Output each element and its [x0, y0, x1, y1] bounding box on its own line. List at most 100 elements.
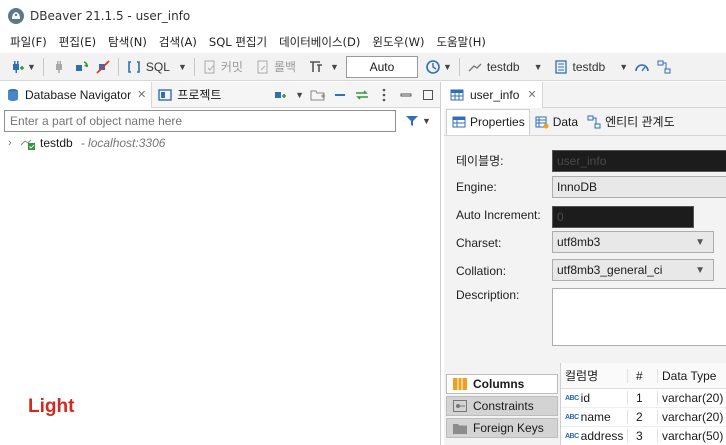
table-name-field[interactable]: user_info: [552, 150, 726, 172]
dashboard-button[interactable]: [631, 56, 653, 78]
menu-help[interactable]: 도움말(H): [430, 34, 491, 50]
tab-projects[interactable]: 프로젝트: [152, 82, 226, 108]
new-folder-icon[interactable]: [310, 87, 326, 103]
tab-constraints-label: Constraints: [473, 399, 534, 413]
table-row[interactable]: ABC address 3 varchar(50): [561, 427, 726, 445]
data-grid-icon: [534, 114, 550, 130]
schema-label: testdb: [572, 59, 606, 74]
active-schema-selector[interactable]: testdb ▼: [550, 56, 632, 78]
table-row[interactable]: ABC name 2 varchar(20): [561, 408, 726, 427]
link-with-editor-icon[interactable]: [354, 87, 370, 103]
project-icon: [157, 87, 173, 103]
minimize-icon[interactable]: [398, 87, 414, 103]
datasource-icon: [467, 59, 483, 75]
tab-user-info[interactable]: user_info ✕: [444, 81, 543, 108]
tree-node-label: testdb: [40, 136, 73, 150]
active-datasource-selector[interactable]: testdb ▼: [464, 56, 546, 78]
cell-data-type: varchar(50): [657, 429, 726, 443]
filter-button[interactable]: ▼: [404, 113, 431, 129]
table-section-tabs: Columns Constraints Foreign Keys: [446, 374, 558, 440]
constraint-key-icon: [453, 400, 467, 412]
menu-file[interactable]: 파일(F): [4, 34, 53, 50]
collation-select[interactable]: utf8mb3_general_ci ▼: [552, 259, 714, 281]
menu-edit[interactable]: 편집(E): [53, 34, 102, 50]
tab-database-navigator[interactable]: Database Navigator ✕: [0, 81, 153, 108]
auto-increment-label: Auto Increment:: [456, 208, 541, 222]
auto-increment-field[interactable]: 0: [552, 206, 694, 228]
chevron-down-icon[interactable]: ▼: [619, 62, 628, 72]
reconnect-button[interactable]: [70, 56, 92, 78]
chevron-down-icon[interactable]: ▼: [178, 62, 187, 72]
chevron-down-icon[interactable]: ▼: [422, 116, 431, 126]
chevron-down-icon[interactable]: ▼: [330, 62, 339, 72]
erd-button[interactable]: [653, 56, 675, 78]
plug-icon: [51, 59, 67, 75]
charset-select[interactable]: utf8mb3 ▼: [552, 231, 714, 253]
menu-window[interactable]: 윈도우(W): [366, 34, 430, 50]
menu-sql-editor[interactable]: SQL 편집기: [203, 34, 273, 50]
cell-ordinal: 2: [627, 410, 657, 424]
close-icon[interactable]: ✕: [527, 88, 536, 101]
tab-properties[interactable]: Properties: [446, 108, 530, 135]
chevron-down-icon[interactable]: ▼: [443, 62, 452, 72]
cell-data-type: varchar(20): [657, 410, 726, 424]
commit-label: 커밋: [220, 60, 243, 74]
tree-node-host: - localhost:3306: [80, 136, 166, 150]
menu-search[interactable]: 검색(A): [153, 34, 203, 50]
sql-editor-button[interactable]: SQL ▼: [123, 56, 190, 78]
rollback-label: 롤백: [273, 60, 297, 74]
tree-node-testdb[interactable]: › testdb - localhost:3306: [0, 134, 440, 152]
tab-data[interactable]: Data: [530, 109, 582, 135]
menu-database[interactable]: 데이터베이스(D): [273, 34, 366, 50]
view-menu-icon[interactable]: [376, 87, 392, 103]
new-connection-icon[interactable]: [271, 87, 287, 103]
header-data-type[interactable]: Data Type: [657, 368, 726, 383]
chevron-down-icon[interactable]: ▼: [295, 90, 304, 100]
chevron-down-icon[interactable]: ▼: [534, 62, 543, 72]
table-properties-form: 테이블명: user_info Engine: InnoDB Auto Incr…: [444, 138, 726, 363]
menu-navigate[interactable]: 탐색(N): [102, 34, 153, 50]
rollback-icon: [255, 59, 271, 75]
charset-label: Charset:: [456, 236, 502, 250]
plug-plus-icon: [9, 59, 25, 75]
chevron-down-icon[interactable]: ▼: [27, 62, 36, 72]
new-connection-button[interactable]: ▼: [6, 56, 39, 78]
auto-commit-mode-box[interactable]: Auto: [345, 55, 418, 78]
columns-grid: 컬럼명 # Data Type ABC id 1 varchar(20) ABC…: [560, 363, 726, 445]
chevron-right-icon[interactable]: ›: [8, 137, 20, 149]
database-icon: [5, 87, 21, 103]
history-button[interactable]: ▼: [422, 56, 455, 78]
header-column-name[interactable]: 컬럼명: [561, 367, 627, 384]
dbeaver-logo-icon: [8, 8, 24, 24]
editor-subtabs: Properties Data 엔티티 관계도: [444, 108, 726, 136]
toolbar-separator: [193, 57, 195, 76]
tab-properties-label: Properties: [470, 115, 525, 129]
navigator-tools: ▼: [271, 82, 436, 108]
collapse-all-icon[interactable]: [332, 87, 348, 103]
tab-columns[interactable]: Columns: [446, 374, 558, 394]
connect-button[interactable]: [48, 56, 70, 78]
sql-label: SQL: [145, 59, 170, 74]
rollback-button[interactable]: 롤백: [252, 56, 299, 78]
navigator-tab-bar: Database Navigator ✕ 프로젝트 ▼: [0, 81, 440, 108]
collation-label: Collation:: [456, 264, 507, 278]
history-clock-icon: [425, 59, 441, 75]
tab-data-label: Data: [552, 114, 579, 129]
maximize-icon[interactable]: [420, 87, 436, 103]
disconnect-button[interactable]: [92, 56, 114, 78]
engine-field[interactable]: InnoDB: [552, 176, 726, 198]
transaction-mode-button[interactable]: ▼: [305, 56, 342, 78]
sql-bracket-icon: [126, 59, 142, 75]
columns-icon: [453, 378, 467, 390]
tab-er-diagram[interactable]: 엔티티 관계도: [582, 109, 679, 135]
tab-constraints[interactable]: Constraints: [446, 396, 558, 416]
close-icon[interactable]: ✕: [137, 88, 146, 101]
tab-foreign-keys[interactable]: Foreign Keys: [446, 418, 558, 438]
header-ordinal[interactable]: #: [627, 368, 657, 383]
er-diagram-icon: [586, 114, 602, 130]
table-row[interactable]: ABC id 1 varchar(20): [561, 389, 726, 408]
object-filter-input[interactable]: [4, 110, 396, 132]
description-textarea[interactable]: [552, 288, 726, 346]
refresh-plug-icon: [73, 59, 89, 75]
commit-button[interactable]: 커밋: [199, 56, 246, 78]
